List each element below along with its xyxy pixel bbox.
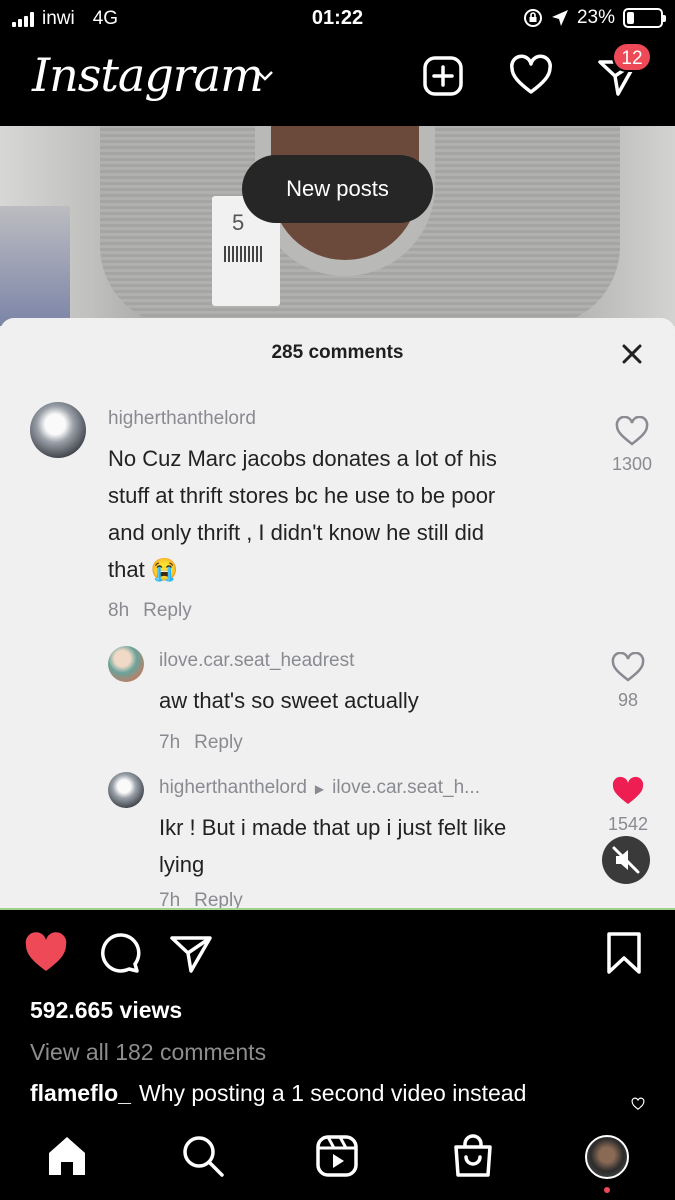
comment-text: aw that's so sweet actually bbox=[159, 682, 419, 719]
comment-like-count: 98 bbox=[617, 690, 639, 710]
save-bookmark-icon[interactable] bbox=[601, 930, 647, 976]
comment-reply: Reply bbox=[194, 732, 243, 753]
profile-avatar[interactable] bbox=[585, 1135, 629, 1179]
comment-meta: 7h Reply bbox=[159, 732, 243, 754]
heart-outline-icon bbox=[615, 416, 649, 446]
comment-text: No Cuz Marc jacobs donates a lot of his … bbox=[108, 440, 497, 588]
comment-reply: Reply bbox=[143, 600, 192, 621]
dm-unread-badge: 12 bbox=[612, 42, 652, 72]
reply-to-username: ilove.car.seat_h... bbox=[332, 777, 480, 798]
status-bar: inwi 4G 01:22 23% bbox=[0, 0, 675, 38]
comment-time: 8h bbox=[108, 600, 130, 621]
post-caption[interactable]: flameflo_ Why posting a 1 second video in… bbox=[30, 1080, 526, 1107]
app-header: Instagram 12 bbox=[0, 38, 675, 126]
comment-username: ilove.car.seat_headrest bbox=[159, 650, 355, 671]
comment-username: higherthanthelord bbox=[108, 408, 256, 429]
search-icon[interactable] bbox=[180, 1133, 226, 1179]
views-count[interactable]: 592.665 views bbox=[30, 997, 182, 1024]
reply-arrow-icon: ▶ bbox=[314, 782, 325, 796]
orientation-lock-icon bbox=[523, 9, 542, 27]
reels-icon[interactable] bbox=[314, 1133, 360, 1179]
battery-icon bbox=[623, 8, 666, 28]
comment-icon[interactable] bbox=[96, 930, 142, 976]
comments-sheet-screenshot: 285 comments higherthanthelord No Cuz Ma… bbox=[0, 318, 675, 910]
caption-username[interactable]: flameflo_ bbox=[30, 1080, 131, 1106]
comment-time: 7h bbox=[159, 732, 181, 753]
comment-text-line: aw that's so sweet actually bbox=[159, 688, 419, 713]
new-post-icon[interactable] bbox=[421, 54, 465, 98]
comment-text-line: lying bbox=[159, 852, 205, 877]
comment-text-line: and only thrift , I didn't know he still… bbox=[108, 520, 484, 545]
new-posts-button[interactable]: New posts bbox=[242, 155, 433, 223]
post-actions bbox=[0, 910, 675, 1000]
speaker-muted-icon bbox=[612, 846, 640, 874]
avatar bbox=[108, 646, 144, 682]
bottom-nav bbox=[0, 1111, 675, 1200]
comment-text-line: stuff at thrift stores bc he use to be p… bbox=[108, 483, 496, 508]
battery-percent: 23% bbox=[576, 7, 615, 28]
shop-icon[interactable] bbox=[450, 1133, 496, 1179]
caption-text: Why posting a 1 second video instead bbox=[138, 1080, 527, 1106]
profile-notification-dot bbox=[604, 1187, 610, 1193]
comment-like-count: 1542 bbox=[607, 814, 649, 834]
avatar bbox=[30, 402, 86, 458]
like-heart-icon[interactable] bbox=[23, 930, 69, 976]
comment-text-line: that 😭 bbox=[108, 557, 179, 582]
comment-username: higherthanthelord bbox=[159, 777, 307, 798]
heart-filled-icon bbox=[612, 776, 644, 804]
home-icon[interactable] bbox=[44, 1133, 90, 1179]
activity-heart-icon[interactable] bbox=[509, 54, 553, 98]
comments-count-title: 285 comments bbox=[271, 342, 404, 363]
comment-time: 7h bbox=[159, 890, 181, 908]
location-arrow-icon bbox=[551, 10, 568, 26]
comment-text-line: No Cuz Marc jacobs donates a lot of his bbox=[108, 446, 497, 471]
instagram-logo[interactable]: Instagram bbox=[32, 48, 264, 102]
share-icon[interactable] bbox=[168, 930, 214, 976]
comment-like-count: 1300 bbox=[611, 454, 653, 474]
comment-reply: Reply bbox=[194, 890, 243, 908]
status-right: 23% bbox=[523, 7, 666, 29]
view-all-comments-link[interactable]: View all 182 comments bbox=[30, 1039, 266, 1066]
comment-text-line: Ikr ! But i made that up i just felt lik… bbox=[159, 815, 507, 840]
chevron-down-icon[interactable] bbox=[256, 70, 274, 82]
comment-text: Ikr ! But i made that up i just felt lik… bbox=[159, 809, 506, 883]
mute-button[interactable] bbox=[602, 836, 650, 884]
comment-meta: 8h Reply bbox=[108, 600, 192, 622]
caption-like-heart-icon[interactable] bbox=[626, 1097, 650, 1111]
comment-username-line: higherthanthelord ▶ ilove.car.seat_h... bbox=[159, 777, 480, 799]
battery-fill bbox=[627, 12, 635, 24]
comment-meta: 7h Reply bbox=[159, 890, 243, 908]
close-icon bbox=[622, 344, 642, 364]
post-video[interactable]: 5 New posts 285 comments higherthanthelo… bbox=[0, 126, 675, 910]
avatar bbox=[108, 772, 144, 808]
video-left-detail bbox=[0, 206, 70, 326]
heart-outline-icon bbox=[611, 652, 645, 682]
